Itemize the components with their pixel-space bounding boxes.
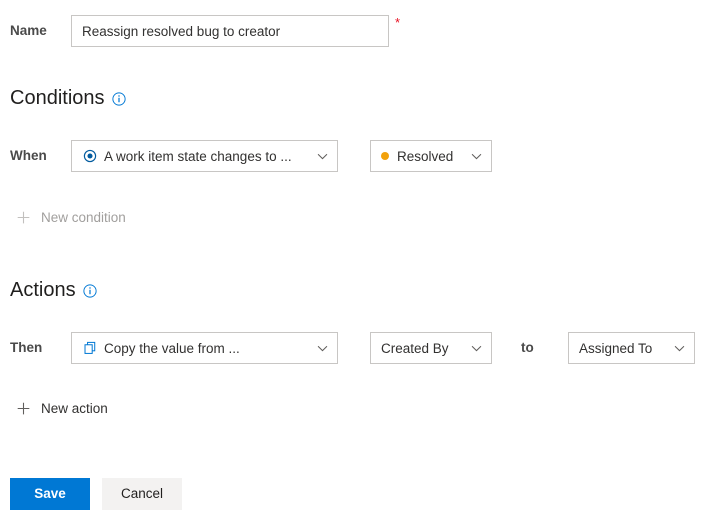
cancel-button[interactable]: Cancel bbox=[102, 478, 182, 510]
info-icon[interactable] bbox=[111, 92, 126, 106]
plus-icon bbox=[16, 210, 31, 225]
plus-icon bbox=[16, 401, 31, 416]
chevron-down-icon bbox=[470, 342, 483, 355]
condition-value-dropdown[interactable]: Resolved bbox=[370, 140, 492, 172]
new-condition-label: New condition bbox=[41, 209, 126, 225]
name-input[interactable] bbox=[71, 15, 389, 47]
action-target-field-dropdown[interactable]: Assigned To bbox=[568, 332, 695, 364]
then-label: Then bbox=[10, 340, 43, 356]
new-action-label: New action bbox=[41, 400, 108, 416]
action-source-value: Created By bbox=[381, 340, 449, 356]
when-condition-row: When A work item state changes to ... Re… bbox=[10, 140, 700, 172]
then-action-row: Then Copy the value from ... Created By bbox=[10, 332, 700, 364]
action-type-value: Copy the value from ... bbox=[104, 340, 240, 356]
chevron-down-icon bbox=[316, 342, 329, 355]
actions-section-heading: Actions bbox=[10, 280, 97, 300]
new-action-button[interactable]: New action bbox=[16, 401, 108, 416]
rule-editor-page: Name * Conditions When A work item state… bbox=[0, 0, 706, 521]
conditions-section-heading: Conditions bbox=[10, 88, 126, 108]
actions-heading-text: Actions bbox=[10, 279, 76, 301]
name-field-row: Name * bbox=[10, 14, 700, 48]
condition-type-value: A work item state changes to ... bbox=[104, 148, 292, 164]
to-connector-label: to bbox=[521, 340, 534, 356]
condition-type-dropdown[interactable]: A work item state changes to ... bbox=[71, 140, 338, 172]
state-dot-icon bbox=[381, 152, 389, 160]
action-source-field-dropdown[interactable]: Created By bbox=[370, 332, 492, 364]
work-item-state-icon bbox=[82, 149, 97, 164]
chevron-down-icon bbox=[470, 150, 483, 163]
name-label: Name bbox=[10, 23, 47, 39]
condition-value-text: Resolved bbox=[397, 148, 454, 164]
required-asterisk: * bbox=[395, 15, 401, 30]
chevron-down-icon bbox=[316, 150, 329, 163]
chevron-down-icon bbox=[673, 342, 686, 355]
action-target-value: Assigned To bbox=[579, 340, 653, 356]
action-type-dropdown[interactable]: Copy the value from ... bbox=[71, 332, 338, 364]
when-label: When bbox=[10, 148, 47, 164]
info-icon[interactable] bbox=[82, 284, 97, 298]
new-condition-button[interactable]: New condition bbox=[16, 210, 126, 225]
conditions-heading-text: Conditions bbox=[10, 87, 105, 109]
copy-icon bbox=[82, 341, 97, 356]
save-button[interactable]: Save bbox=[10, 478, 90, 510]
footer-button-group: Save Cancel bbox=[10, 478, 182, 510]
